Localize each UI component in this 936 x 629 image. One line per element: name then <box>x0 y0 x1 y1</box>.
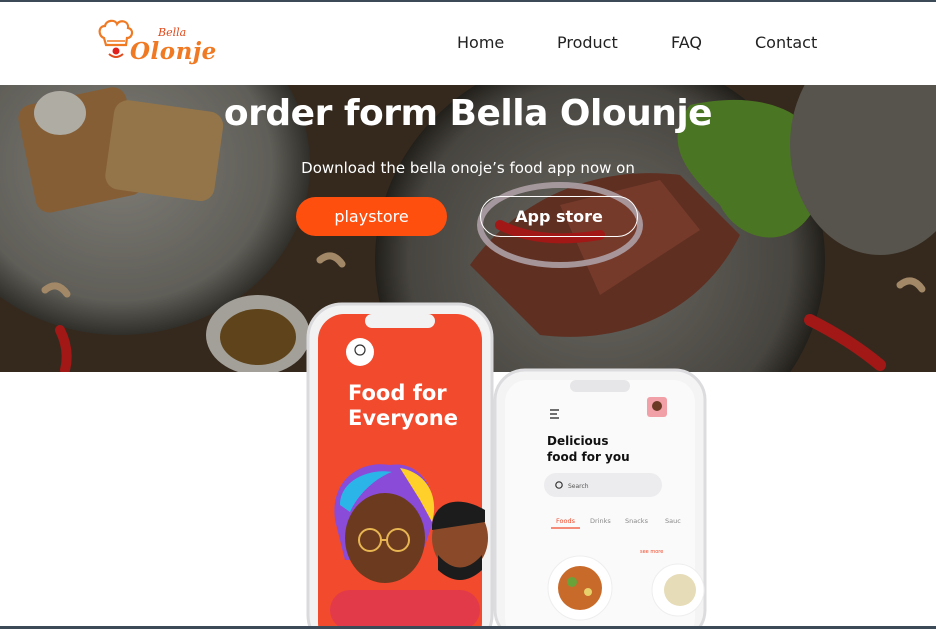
see-more-link[interactable]: see more <box>640 549 663 555</box>
app-logo-badge <box>346 338 374 366</box>
search-placeholder: Search <box>568 483 589 490</box>
brand-logo[interactable]: Bella Olonje <box>96 16 216 72</box>
nav-faq[interactable]: FAQ <box>671 33 702 52</box>
tab-drinks[interactable]: Drinks <box>590 517 611 525</box>
appstore-button[interactable]: App store <box>480 196 638 237</box>
nav-product[interactable]: Product <box>557 33 618 52</box>
phone-right: Delicious food for you Search Foods Drin… <box>493 368 707 629</box>
left-headline-line1: Food for <box>348 381 447 405</box>
navbar: Bella Olonje Home Product FAQ Contact <box>0 2 936 85</box>
right-heading-line2: food for you <box>547 450 630 464</box>
hero-title: order form Bella Olounje <box>223 93 713 134</box>
phone-left: Food for Everyone <box>306 302 494 629</box>
tab-snacks[interactable]: Snacks <box>625 517 649 525</box>
left-headline-line2: Everyone <box>348 406 458 430</box>
tab-sauces[interactable]: Sauc <box>665 517 681 525</box>
hero-subtitle: Download the bella onoje’s food app now … <box>301 159 635 177</box>
app-phones-mockup: Delicious food for you Search Foods Drin… <box>306 302 707 629</box>
right-heading-line1: Delicious <box>547 434 608 448</box>
brand-olonje-text: Olonje <box>130 38 217 65</box>
tab-foods[interactable]: Foods <box>556 517 576 525</box>
nav-contact[interactable]: Contact <box>755 33 817 52</box>
playstore-button[interactable]: playstore <box>296 197 447 236</box>
nav-home[interactable]: Home <box>457 33 504 52</box>
